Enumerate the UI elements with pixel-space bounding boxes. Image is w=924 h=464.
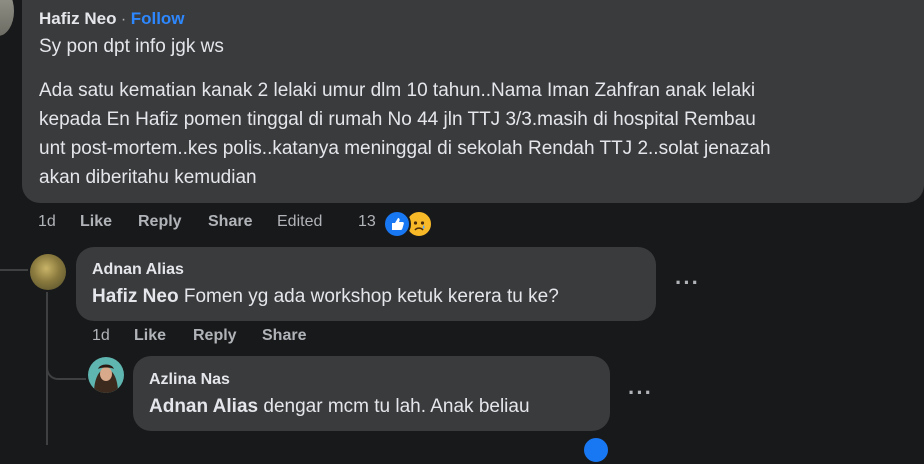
more-options-icon[interactable]: ··· (628, 380, 653, 406)
more-options-icon[interactable]: ··· (675, 270, 700, 296)
thread-line-curve (46, 360, 86, 380)
comment-paragraph-line: kepada En Hafiz pomen tinggal di rumah N… (39, 109, 756, 130)
like-reaction-icon[interactable] (582, 436, 610, 464)
edited-label[interactable]: Edited (277, 213, 322, 231)
comment-header: Hafiz Neo · Follow (39, 9, 185, 29)
reply-button[interactable]: Reply (193, 327, 237, 345)
reply-text: Hafiz Neo Fomen yg ada workshop ketuk ke… (92, 286, 559, 308)
share-button[interactable]: Share (262, 327, 306, 345)
reply-author[interactable]: Adnan Alias (92, 261, 184, 279)
like-reaction-icon[interactable] (383, 210, 411, 238)
reply-text-content: Fomen yg ada workshop ketuk kerera tu ke… (178, 286, 559, 307)
avatar-hafiz-neo[interactable] (0, 0, 14, 36)
like-button[interactable]: Like (134, 327, 166, 345)
avatar-adnan-alias[interactable] (30, 254, 66, 290)
share-button[interactable]: Share (208, 213, 252, 231)
like-button[interactable]: Like (80, 213, 112, 231)
reply-bubble: Adnan Alias Hafiz Neo Fomen yg ada works… (76, 247, 656, 321)
comment-actions: 1d Like Reply Share Edited 13 (0, 213, 924, 235)
reply-timestamp[interactable]: 1d (92, 327, 110, 345)
thread-line (0, 269, 28, 271)
reply-text-content: dengar mcm tu lah. Anak beliau (258, 396, 530, 417)
mention-link[interactable]: Adnan Alias (149, 396, 258, 417)
reply-bubble: Azlina Nas Adnan Alias dengar mcm tu lah… (133, 356, 610, 431)
reaction-count[interactable]: 13 (358, 213, 376, 231)
avatar-azlina-nas[interactable] (88, 357, 124, 393)
reply-button[interactable]: Reply (138, 213, 182, 231)
comment-bubble: Hafiz Neo · Follow Sy pon dpt info jgk w… (22, 0, 924, 203)
comment-author[interactable]: Hafiz Neo (39, 9, 116, 28)
comment-paragraph-line: akan diberitahu kemudian (39, 167, 257, 188)
comment-text-line: Sy pon dpt info jgk ws (39, 36, 224, 57)
comment-paragraph-line: unt post-mortem..kes polis..katanya meni… (39, 138, 771, 159)
mention-link[interactable]: Hafiz Neo (92, 286, 179, 307)
separator-dot: · (120, 11, 127, 28)
comment-paragraph: Ada satu kematian kanak 2 lelaki umur dl… (39, 76, 771, 192)
reply-actions: 1d Like Reply Share (0, 327, 924, 349)
reply-author[interactable]: Azlina Nas (149, 371, 230, 389)
reply-text: Adnan Alias dengar mcm tu lah. Anak beli… (149, 396, 530, 418)
follow-button[interactable]: Follow (131, 9, 185, 28)
comment-timestamp[interactable]: 1d (38, 213, 56, 231)
comment-paragraph-line: Ada satu kematian kanak 2 lelaki umur dl… (39, 80, 756, 101)
